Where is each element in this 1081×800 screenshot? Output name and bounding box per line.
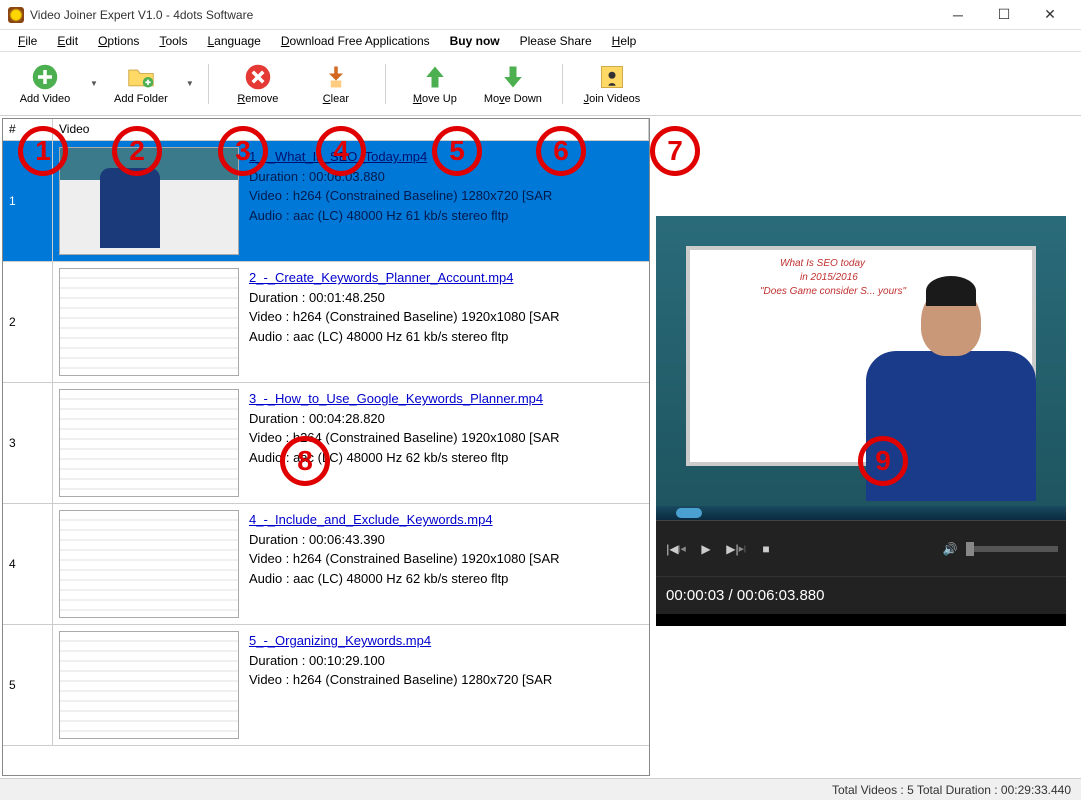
volume-icon[interactable]: 🔊 [938, 537, 962, 561]
status-text: Total Videos : 5 Total Duration : 00:29:… [832, 783, 1071, 797]
audio-codec: Audio : aac (LC) 48000 Hz 61 kb/s stereo… [249, 206, 552, 226]
folder-add-icon [127, 63, 155, 91]
menu-buy[interactable]: Buy now [442, 32, 508, 50]
video-meta: 1_-_What_Is_SEO_Today.mp4 Duration : 00:… [249, 147, 552, 255]
join-icon [598, 63, 626, 91]
video-thumbnail [59, 631, 239, 739]
audio-codec: Audio : aac (LC) 48000 Hz 61 kb/s stereo… [249, 327, 560, 347]
list-header: # Video [3, 119, 649, 141]
column-number[interactable]: # [3, 119, 53, 140]
app-icon [8, 7, 24, 23]
volume-slider[interactable] [968, 546, 1058, 552]
column-video[interactable]: Video [53, 119, 649, 140]
list-body[interactable]: 1 1_-_What_Is_SEO_Today.mp4 Duration : 0… [3, 141, 649, 775]
clear-button[interactable]: Clear [301, 56, 371, 112]
video-codec: Video : h264 (Constrained Baseline) 1920… [249, 307, 560, 327]
status-bar: Total Videos : 5 Total Duration : 00:29:… [0, 778, 1081, 800]
chevron-down-icon[interactable]: ▼ [90, 79, 98, 88]
row-index: 4 [3, 504, 53, 624]
menu-share[interactable]: Please Share [512, 32, 600, 50]
stop-button[interactable]: ■ [754, 537, 778, 561]
arrow-up-icon [421, 63, 449, 91]
table-row[interactable]: 4 4_-_Include_and_Exclude_Keywords.mp4 D… [3, 504, 649, 625]
row-index: 5 [3, 625, 53, 745]
table-row[interactable]: 1 1_-_What_Is_SEO_Today.mp4 Duration : 0… [3, 141, 649, 262]
whiteboard-text: in 2015/2016 [800, 272, 858, 283]
video-filename: 2_-_Create_Keywords_Planner_Account.mp4 [249, 268, 560, 288]
move-down-button[interactable]: Move Down [478, 56, 548, 112]
video-thumbnail [59, 389, 239, 497]
video-list-pane: # Video 1 1_-_What_Is_SEO_Today.mp4 Dura… [2, 118, 650, 776]
video-codec: Video : h264 (Constrained Baseline) 1920… [249, 428, 560, 448]
row-index: 1 [3, 141, 53, 261]
video-duration: Duration : 00:06:43.390 [249, 530, 560, 550]
video-codec: Video : h264 (Constrained Baseline) 1280… [249, 186, 552, 206]
window-title: Video Joiner Expert V1.0 - 4dots Softwar… [30, 8, 935, 22]
video-filename: 3_-_How_to_Use_Google_Keywords_Planner.m… [249, 389, 560, 409]
add-folder-button[interactable]: Add Folder [106, 56, 176, 112]
titlebar: Video Joiner Expert V1.0 - 4dots Softwar… [0, 0, 1081, 30]
video-player: What Is SEO today in 2015/2016 "Does Gam… [656, 216, 1066, 626]
menu-edit[interactable]: Edit [49, 32, 86, 50]
minimize-button[interactable]: ─ [935, 0, 981, 30]
video-thumbnail [59, 147, 239, 255]
chevron-down-icon[interactable]: ▼ [186, 79, 194, 88]
video-thumbnail [59, 510, 239, 618]
menu-help[interactable]: Help [604, 32, 645, 50]
menu-file[interactable]: File [10, 32, 45, 50]
next-button[interactable]: ▶|▶| [724, 537, 748, 561]
menu-tools[interactable]: Tools [151, 32, 195, 50]
move-up-button[interactable]: Move Up [400, 56, 470, 112]
add-video-button[interactable]: Add Video [10, 56, 80, 112]
player-screen[interactable]: What Is SEO today in 2015/2016 "Does Gam… [656, 216, 1066, 506]
menubar: File Edit Options Tools Language Downloa… [0, 30, 1081, 52]
prev-button[interactable]: |◀|◀ [664, 537, 688, 561]
video-filename: 1_-_What_Is_SEO_Today.mp4 [249, 147, 552, 167]
row-index: 2 [3, 262, 53, 382]
close-button[interactable]: ✕ [1027, 0, 1073, 30]
seek-bar[interactable] [656, 506, 1066, 520]
row-index: 3 [3, 383, 53, 503]
audio-codec: Audio : aac (LC) 48000 Hz 62 kb/s stereo… [249, 448, 560, 468]
add-icon [31, 63, 59, 91]
arrow-down-icon [499, 63, 527, 91]
video-codec: Video : h264 (Constrained Baseline) 1280… [249, 670, 552, 690]
table-row[interactable]: 3 3_-_How_to_Use_Google_Keywords_Planner… [3, 383, 649, 504]
play-button[interactable]: ▶ [694, 537, 718, 561]
table-row[interactable]: 2 2_-_Create_Keywords_Planner_Account.mp… [3, 262, 649, 383]
video-duration: Duration : 00:04:28.820 [249, 409, 560, 429]
toolbar: Add Video ▼ Add Folder ▼ Remove Clear Mo… [0, 52, 1081, 116]
player-time: 00:00:03 / 00:06:03.880 [656, 576, 1066, 614]
player-controls: |◀|◀ ▶ ▶|▶| ■ 🔊 [656, 520, 1066, 576]
menu-download[interactable]: Download Free Applications [273, 32, 438, 50]
preview-pane: What Is SEO today in 2015/2016 "Does Gam… [652, 116, 1081, 778]
audio-codec: Audio : aac (LC) 48000 Hz 62 kb/s stereo… [249, 569, 560, 589]
seek-knob[interactable] [676, 508, 702, 518]
video-thumbnail [59, 268, 239, 376]
maximize-button[interactable]: ☐ [981, 0, 1027, 30]
remove-button[interactable]: Remove [223, 56, 293, 112]
video-codec: Video : h264 (Constrained Baseline) 1920… [249, 549, 560, 569]
join-videos-button[interactable]: Join Videos [577, 56, 647, 112]
volume-knob[interactable] [966, 542, 974, 556]
table-row[interactable]: 5 5_-_Organizing_Keywords.mp4 Duration :… [3, 625, 649, 746]
whiteboard-text: What Is SEO today [780, 258, 865, 269]
video-duration: Duration : 00:10:29.100 [249, 651, 552, 671]
video-duration: Duration : 00:06:03.880 [249, 167, 552, 187]
video-filename: 4_-_Include_and_Exclude_Keywords.mp4 [249, 510, 560, 530]
video-duration: Duration : 00:01:48.250 [249, 288, 560, 308]
menu-options[interactable]: Options [90, 32, 147, 50]
clear-icon [322, 63, 350, 91]
menu-language[interactable]: Language [199, 32, 268, 50]
video-filename: 5_-_Organizing_Keywords.mp4 [249, 631, 552, 651]
remove-icon [244, 63, 272, 91]
